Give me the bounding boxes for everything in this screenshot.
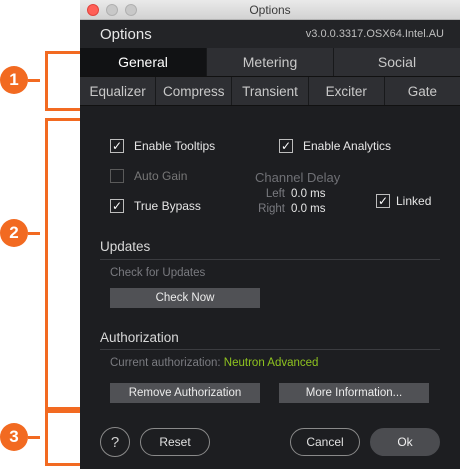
channel-delay-right: Right 0.0 ms: [255, 203, 326, 215]
callout-bracket-footer: [45, 410, 85, 466]
checkbox-box[interactable]: ✓: [376, 194, 390, 208]
channel-delay-left: Left 0.0 ms: [255, 188, 326, 200]
ok-button[interactable]: Ok: [370, 428, 440, 456]
delay-left-value[interactable]: 0.0 ms: [291, 188, 326, 200]
page-title: Options: [100, 26, 152, 43]
checkbox-label: True Bypass: [134, 199, 201, 213]
checkbox-label: Enable Analytics: [303, 139, 392, 153]
version-label: v3.0.0.3317.OSX64.Intel.AU: [305, 28, 444, 40]
tab-transient[interactable]: Transient: [232, 77, 309, 105]
checkbox-label: Enable Tooltips: [134, 139, 216, 153]
checkbox-label: Linked: [396, 194, 432, 208]
callout-badge-2: 2: [0, 219, 28, 247]
delay-right-label: Right: [258, 203, 285, 215]
options-window: Options Options v3.0.0.3317.OSX64.Intel.…: [80, 0, 460, 469]
current-authorization-label: Current authorization:: [110, 357, 221, 369]
current-authorization-value: Neutron Advanced: [223, 357, 319, 369]
callout-bracket-tabs: [45, 51, 85, 111]
checkbox-box[interactable]: [110, 169, 124, 183]
dialog-footer: ? Reset Cancel Ok: [80, 412, 460, 469]
check-now-button[interactable]: Check Now: [110, 288, 260, 308]
tab-exciter[interactable]: Exciter: [309, 77, 385, 105]
remove-authorization-button[interactable]: Remove Authorization: [110, 383, 260, 403]
delay-left-label: Left: [265, 188, 285, 200]
help-icon[interactable]: ?: [100, 427, 130, 457]
channel-delay-title: Channel Delay: [255, 170, 341, 185]
module-tabs: Equalizer Compress Transient Exciter Gat…: [80, 77, 460, 106]
tab-metering[interactable]: Metering: [207, 48, 334, 76]
tab-social[interactable]: Social: [334, 48, 460, 76]
window-titlebar: Options: [80, 0, 460, 20]
linked-checkbox[interactable]: ✓ Linked: [376, 194, 431, 208]
current-authorization: Current authorization: Neutron Advanced: [110, 357, 318, 369]
true-bypass-checkbox[interactable]: ✓ True Bypass: [110, 199, 201, 213]
updates-title: Updates: [100, 239, 151, 254]
callout-badge-3: 3: [0, 423, 28, 451]
tab-gate[interactable]: Gate: [385, 77, 460, 105]
callout-connector: [28, 232, 40, 235]
callout-badge-1: 1: [0, 66, 28, 94]
cancel-button[interactable]: Cancel: [290, 428, 360, 456]
tab-equalizer[interactable]: Equalizer: [80, 77, 157, 105]
callout-connector: [28, 79, 40, 82]
primary-tabs: General Metering Social: [80, 48, 460, 77]
callout-connector: [28, 436, 40, 439]
authorization-title: Authorization: [100, 330, 179, 345]
reset-button[interactable]: Reset: [140, 428, 210, 456]
checkbox-box[interactable]: ✓: [110, 199, 124, 213]
checkbox-label: Auto Gain: [134, 169, 188, 183]
options-header: Options v3.0.0.3317.OSX64.Intel.AU: [80, 20, 460, 48]
window-title: Options: [249, 3, 291, 17]
checkbox-box[interactable]: ✓: [110, 139, 124, 153]
divider: [100, 349, 440, 350]
tab-general[interactable]: General: [80, 48, 207, 76]
auto-gain-checkbox[interactable]: Auto Gain: [110, 169, 187, 183]
general-settings-panel: ✓ Enable Tooltips ✓ Enable Analytics Aut…: [80, 120, 460, 412]
delay-right-value[interactable]: 0.0 ms: [291, 203, 326, 215]
check-for-updates-label: Check for Updates: [110, 267, 206, 279]
enable-tooltips-checkbox[interactable]: ✓ Enable Tooltips: [110, 139, 215, 153]
more-information-button[interactable]: More Information...: [279, 383, 429, 403]
callout-bracket-settings: [45, 118, 85, 410]
checkbox-box[interactable]: ✓: [279, 139, 293, 153]
tab-compress[interactable]: Compress: [156, 77, 233, 105]
divider: [100, 259, 440, 260]
enable-analytics-checkbox[interactable]: ✓ Enable Analytics: [279, 139, 391, 153]
